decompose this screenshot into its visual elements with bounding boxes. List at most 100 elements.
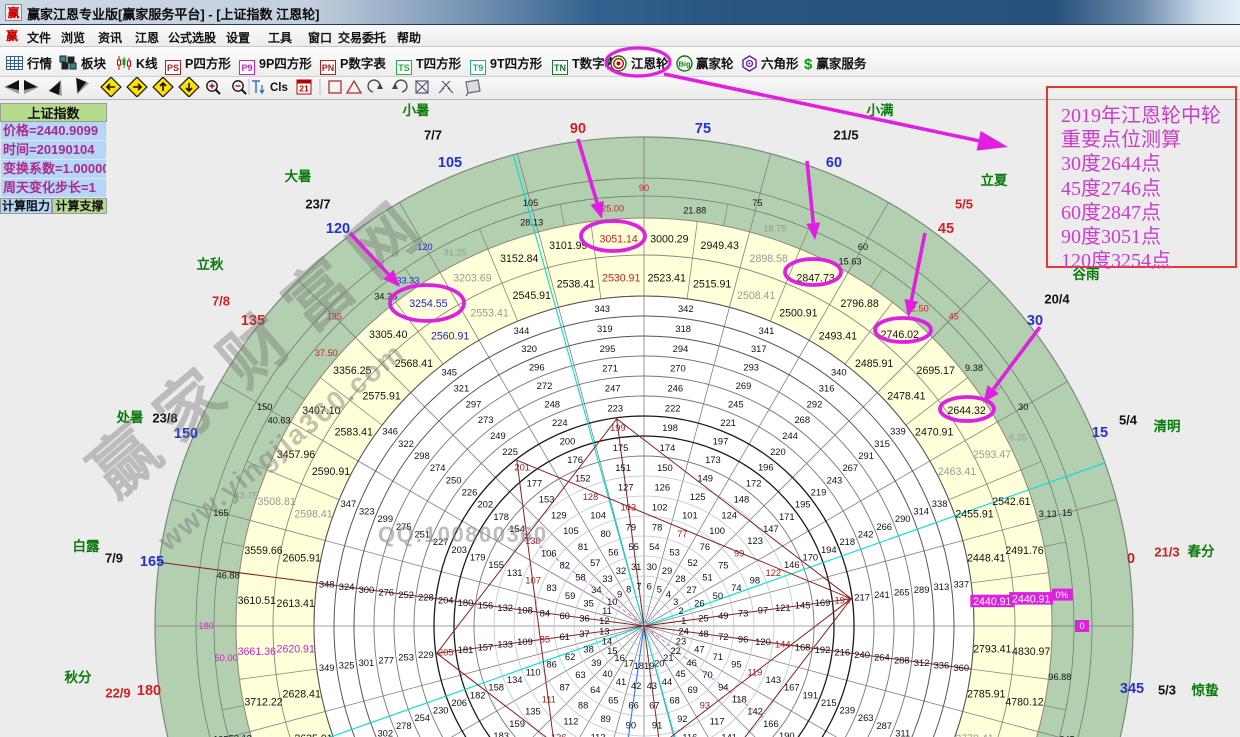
svg-text:2538.41: 2538.41 bbox=[557, 278, 595, 290]
svg-text:248: 248 bbox=[544, 399, 560, 410]
svg-text:336: 336 bbox=[934, 660, 950, 671]
svg-text:101: 101 bbox=[682, 510, 698, 521]
svg-text:76: 76 bbox=[700, 541, 710, 552]
svg-text:4830.97: 4830.97 bbox=[1012, 646, 1050, 658]
svg-text:2545.91: 2545.91 bbox=[513, 290, 551, 302]
svg-text:35: 35 bbox=[583, 597, 593, 608]
svg-text:193: 193 bbox=[834, 594, 850, 605]
svg-text:241: 241 bbox=[874, 589, 890, 600]
svg-text:29: 29 bbox=[662, 565, 672, 576]
svg-text:45: 45 bbox=[938, 221, 954, 237]
svg-text:269: 269 bbox=[736, 380, 752, 391]
svg-text:77: 77 bbox=[677, 528, 687, 539]
svg-text:204: 204 bbox=[438, 594, 454, 605]
svg-text:2523.41: 2523.41 bbox=[648, 272, 686, 284]
svg-text:72: 72 bbox=[718, 631, 728, 642]
svg-text:98: 98 bbox=[750, 575, 760, 586]
svg-text:195: 195 bbox=[795, 499, 811, 510]
svg-text:245: 245 bbox=[728, 399, 744, 410]
svg-text:52: 52 bbox=[687, 557, 697, 568]
svg-text:5/3: 5/3 bbox=[1158, 683, 1176, 698]
svg-text:339: 339 bbox=[890, 426, 906, 437]
svg-text:243: 243 bbox=[827, 474, 843, 485]
svg-text:0: 0 bbox=[1127, 551, 1135, 567]
svg-text:86: 86 bbox=[546, 659, 556, 670]
svg-text:146: 146 bbox=[784, 559, 800, 570]
svg-text:2793.41: 2793.41 bbox=[973, 643, 1011, 655]
svg-text:2593.47: 2593.47 bbox=[973, 449, 1011, 461]
svg-text:15: 15 bbox=[1062, 508, 1072, 518]
svg-text:249: 249 bbox=[490, 430, 506, 441]
svg-text:2440.91: 2440.91 bbox=[973, 596, 1011, 608]
svg-text:小满: 小满 bbox=[867, 102, 895, 118]
svg-text:67: 67 bbox=[649, 700, 659, 711]
svg-text:225: 225 bbox=[502, 446, 518, 457]
svg-text:125: 125 bbox=[690, 491, 706, 502]
svg-text:226: 226 bbox=[462, 487, 478, 498]
svg-text:44: 44 bbox=[662, 676, 672, 687]
svg-text:小暑: 小暑 bbox=[403, 103, 430, 118]
svg-text:42: 42 bbox=[631, 680, 641, 691]
svg-text:265: 265 bbox=[894, 587, 910, 598]
svg-text:159: 159 bbox=[509, 718, 525, 729]
svg-text:110: 110 bbox=[526, 666, 541, 677]
svg-text:2898.58: 2898.58 bbox=[750, 253, 788, 265]
svg-text:2455.91: 2455.91 bbox=[955, 508, 993, 520]
svg-text:145: 145 bbox=[795, 600, 811, 611]
svg-text:75: 75 bbox=[718, 560, 728, 571]
svg-text:112: 112 bbox=[563, 716, 578, 727]
svg-text:84: 84 bbox=[540, 607, 550, 618]
svg-text:白露: 白露 bbox=[73, 538, 100, 554]
svg-text:73: 73 bbox=[738, 607, 748, 618]
svg-text:61: 61 bbox=[559, 631, 569, 642]
svg-text:82: 82 bbox=[559, 560, 569, 571]
svg-text:341: 341 bbox=[759, 325, 775, 336]
svg-text:75: 75 bbox=[752, 198, 762, 208]
svg-text:149: 149 bbox=[697, 473, 713, 484]
svg-text:119: 119 bbox=[747, 666, 762, 677]
svg-text:221: 221 bbox=[720, 417, 736, 428]
svg-text:50: 50 bbox=[713, 590, 723, 601]
svg-text:266: 266 bbox=[876, 521, 892, 532]
svg-text:218: 218 bbox=[839, 536, 855, 547]
svg-text:150: 150 bbox=[657, 462, 673, 473]
svg-text:立夏: 立夏 bbox=[981, 172, 1009, 188]
svg-text:302: 302 bbox=[377, 728, 393, 737]
svg-text:立秋: 立秋 bbox=[197, 256, 224, 272]
svg-text:18: 18 bbox=[634, 660, 644, 671]
svg-text:54: 54 bbox=[649, 541, 659, 552]
svg-text:8: 8 bbox=[626, 583, 631, 594]
svg-text:2620.91: 2620.91 bbox=[277, 643, 315, 655]
svg-text:2583.41: 2583.41 bbox=[335, 427, 373, 439]
svg-text:297: 297 bbox=[466, 398, 482, 409]
svg-text:313: 313 bbox=[934, 581, 950, 592]
svg-text:181: 181 bbox=[458, 644, 474, 655]
svg-text:113: 113 bbox=[591, 731, 606, 737]
svg-text:157: 157 bbox=[478, 641, 494, 652]
svg-text:190: 190 bbox=[779, 730, 795, 737]
svg-text:28: 28 bbox=[675, 573, 685, 584]
svg-text:179: 179 bbox=[470, 552, 486, 563]
svg-text:79: 79 bbox=[626, 521, 636, 532]
svg-text:133: 133 bbox=[497, 639, 513, 650]
svg-text:88: 88 bbox=[578, 700, 588, 711]
svg-text:15.63: 15.63 bbox=[839, 257, 862, 267]
svg-text:64: 64 bbox=[590, 684, 600, 695]
svg-text:20/4: 20/4 bbox=[1044, 292, 1070, 307]
svg-text:90: 90 bbox=[639, 183, 649, 193]
svg-text:180: 180 bbox=[137, 683, 161, 699]
svg-text:183: 183 bbox=[493, 730, 509, 737]
svg-text:300: 300 bbox=[359, 584, 375, 595]
svg-text:97: 97 bbox=[758, 605, 768, 616]
svg-text:58: 58 bbox=[575, 572, 585, 583]
svg-text:2778.41: 2778.41 bbox=[955, 733, 993, 737]
svg-text:348: 348 bbox=[319, 579, 335, 590]
svg-text:96: 96 bbox=[738, 634, 748, 645]
svg-text:30: 30 bbox=[647, 561, 657, 572]
svg-text:2508.41: 2508.41 bbox=[737, 290, 775, 302]
svg-text:2590.91: 2590.91 bbox=[312, 466, 350, 478]
svg-text:2695.17: 2695.17 bbox=[917, 365, 955, 377]
svg-text:3000.29: 3000.29 bbox=[650, 233, 688, 245]
svg-text:100: 100 bbox=[709, 525, 725, 536]
svg-text:2500.91: 2500.91 bbox=[779, 308, 817, 320]
